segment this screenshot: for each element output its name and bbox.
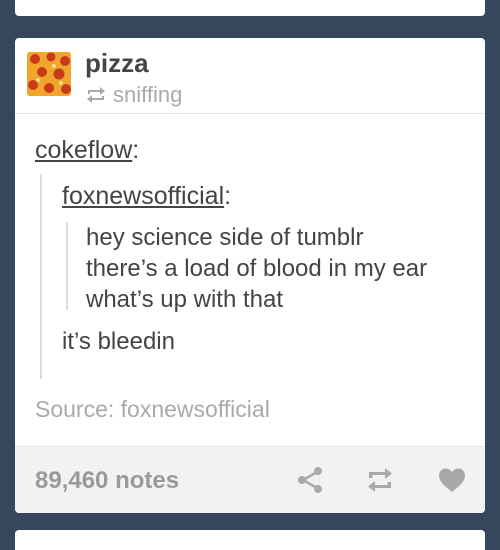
original-text-line: hey science side of tumblr [86, 224, 364, 251]
reblog-icon[interactable] [365, 465, 395, 495]
trail-item-foxnewsofficial: foxnewsofficial: [62, 182, 231, 211]
reply-text: it’s bleedin [62, 328, 175, 355]
heart-icon[interactable] [437, 465, 467, 495]
post-footer: 89,460 notes [15, 446, 485, 513]
reblogged-from[interactable]: sniffing [85, 82, 182, 108]
notes-count[interactable]: 89,460 notes [35, 467, 179, 495]
post-body: cokeflow: foxnewsofficial: hey science s… [15, 114, 485, 432]
blog-name[interactable]: pizza [85, 48, 149, 79]
next-post-card [15, 530, 485, 550]
pizza-avatar[interactable] [27, 52, 71, 96]
blockquote-level-1: foxnewsofficial: hey science side of tum… [40, 174, 452, 379]
post-card: pizza sniffing cokeflow: foxnewsofficial… [15, 38, 485, 513]
blockquote-level-2: hey science side of tumblr there’s a loa… [66, 222, 448, 313]
share-icon[interactable] [295, 465, 325, 495]
trail-user-link[interactable]: cokeflow [35, 136, 132, 164]
reblog-icon [87, 87, 105, 103]
source-link[interactable]: Source: foxnewsofficial [35, 396, 270, 423]
original-text-line: what’s up with that [86, 286, 284, 313]
trail-user-link[interactable]: foxnewsofficial [62, 182, 224, 210]
trail-item-cokeflow: cokeflow: [35, 136, 139, 165]
trail-separator: : [132, 136, 140, 164]
original-text-line: there’s a load of blood in my ear [86, 255, 428, 282]
post-header: pizza sniffing [15, 38, 485, 114]
previous-post-card [15, 0, 485, 16]
trail-separator: : [224, 182, 232, 210]
reblogged-from-name: sniffing [113, 82, 183, 107]
